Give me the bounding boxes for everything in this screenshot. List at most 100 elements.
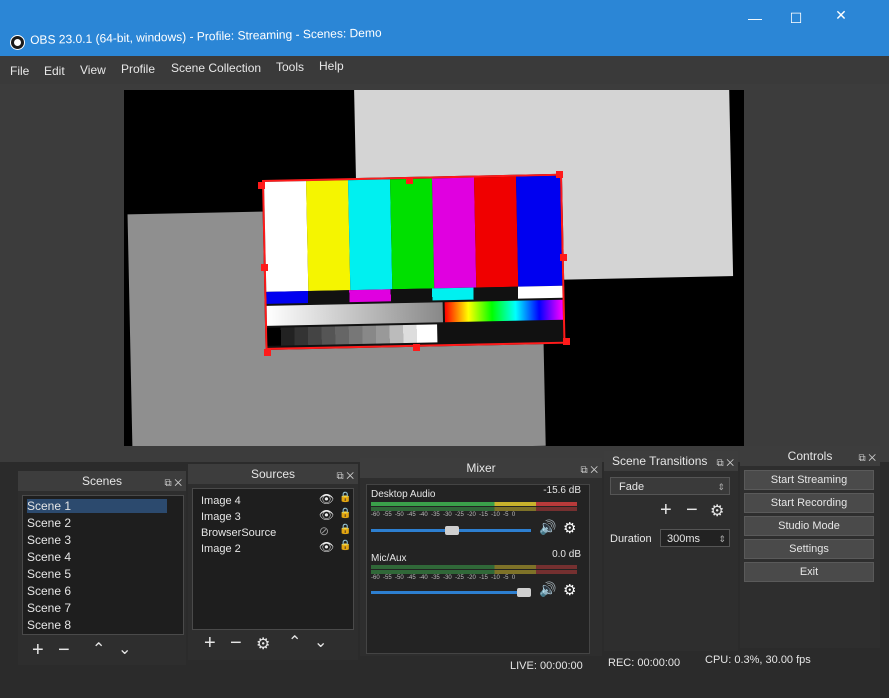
meter-tick: -5 xyxy=(503,512,509,518)
sources-list[interactable]: Image 4 Image 3 BrowserSource Image 2 👁 … xyxy=(192,488,354,630)
spinner-icon[interactable]: ⇕ xyxy=(718,530,726,548)
add-transition-icon[interactable]: + xyxy=(660,499,672,522)
resize-handle-right[interactable] xyxy=(560,254,567,261)
scenes-dock-title: Scenes ⧉ ✕ xyxy=(18,471,186,491)
gear-icon[interactable]: ⚙ xyxy=(256,634,270,654)
menu-profile[interactable]: Profile xyxy=(121,62,155,76)
color-bars-source[interactable] xyxy=(262,173,566,350)
close-button[interactable]: ✕ xyxy=(821,5,861,25)
scene-item[interactable]: Scene 4 xyxy=(27,550,71,564)
menu-edit[interactable]: Edit xyxy=(44,64,65,78)
maximize-button[interactable]: ☐ xyxy=(776,8,816,28)
channel-level: -15.6 dB xyxy=(543,485,581,496)
speaker-icon[interactable]: 🔊 xyxy=(539,519,556,536)
menu-file[interactable]: File xyxy=(10,64,29,78)
color-bar-cyan xyxy=(348,179,393,291)
color-bar-red xyxy=(473,176,519,288)
resize-handle-bottom-right[interactable] xyxy=(563,338,570,345)
mixer-title: Mixer xyxy=(466,461,496,475)
studio-mode-button[interactable]: Studio Mode xyxy=(744,516,874,536)
resize-handle-bottom[interactable] xyxy=(413,344,420,351)
menu-tools[interactable]: Tools xyxy=(276,60,304,74)
gear-icon[interactable]: ⚙ xyxy=(563,581,576,599)
minimize-button[interactable]: — xyxy=(735,8,775,28)
resize-handle-bottom-left[interactable] xyxy=(264,349,271,356)
lock-icon[interactable]: 🔒 xyxy=(339,508,351,519)
scene-item[interactable]: Scene 1 xyxy=(27,499,167,513)
scenes-dock: Scenes ⧉ ✕ Scene 1 Scene 2 Scene 3 Scene … xyxy=(18,471,186,665)
resize-handle-top-left[interactable] xyxy=(258,182,265,189)
lock-icon[interactable]: 🔒 xyxy=(339,540,351,551)
color-bar-yellow xyxy=(306,180,351,292)
scene-item[interactable]: Scene 7 xyxy=(27,601,71,615)
menu-scene-collection[interactable]: Scene Collection xyxy=(171,61,261,75)
volume-slider-handle[interactable] xyxy=(445,526,459,535)
lock-icon[interactable]: 🔒 xyxy=(339,524,351,535)
move-down-icon[interactable]: ⌄ xyxy=(314,632,327,652)
duration-input[interactable]: 300ms ⇕ xyxy=(660,529,730,547)
resize-handle-top-right[interactable] xyxy=(556,171,563,178)
transitions-dock-title: Scene Transitions ⧉ ✕ xyxy=(604,451,738,471)
meter-tick: -40 xyxy=(419,512,428,518)
window-title: OBS 23.0.1 (64-bit, windows) - Profile: … xyxy=(30,25,382,47)
meter-tick: -20 xyxy=(467,575,476,581)
menu-view[interactable]: View xyxy=(80,63,106,77)
add-scene-icon[interactable]: + xyxy=(32,639,44,662)
menu-help[interactable]: Help xyxy=(319,59,344,73)
scene-item[interactable]: Scene 3 xyxy=(27,533,71,547)
resize-handle-left[interactable] xyxy=(261,264,268,271)
move-up-icon[interactable]: ⌃ xyxy=(92,639,105,659)
scenes-list[interactable]: Scene 1 Scene 2 Scene 3 Scene 4 Scene 5 … xyxy=(22,495,184,635)
resize-handle-top[interactable] xyxy=(406,177,413,184)
gear-icon[interactable]: ⚙ xyxy=(710,501,724,521)
scene-item[interactable]: Scene 6 xyxy=(27,584,71,598)
dock-float-close-icon[interactable]: ⧉ ✕ xyxy=(716,454,734,474)
spectrum-ramp xyxy=(444,299,563,323)
remove-source-icon[interactable]: − xyxy=(230,632,242,655)
meter-tick: 0 xyxy=(511,512,516,518)
remove-transition-icon[interactable]: − xyxy=(686,499,698,522)
menu-bar: File Edit View Profile Scene Collection … xyxy=(0,56,889,84)
meter-tick: -30 xyxy=(443,575,452,581)
exit-button[interactable]: Exit xyxy=(744,562,874,582)
move-down-icon[interactable]: ⌄ xyxy=(118,639,131,659)
speaker-icon[interactable]: 🔊 xyxy=(539,581,556,598)
scene-item[interactable]: Scene 2 xyxy=(27,516,71,530)
meter-tick: -15 xyxy=(479,575,488,581)
visibility-eye-icon[interactable]: 👁 xyxy=(319,540,334,554)
channel-name: Mic/Aux xyxy=(371,553,407,564)
meter-scale: -60 -55 -50 -45 -40 -35 -30 -25 -20 -15 … xyxy=(371,512,577,518)
live-status: LIVE: 00:00:00 xyxy=(510,660,583,672)
scene-item[interactable]: Scene 5 xyxy=(27,567,71,581)
meter-tick: -10 xyxy=(491,512,500,518)
scene-item[interactable]: Scene 8 xyxy=(27,618,71,632)
transition-select[interactable]: Fade ⇕ xyxy=(610,477,730,495)
visibility-hidden-icon[interactable]: ⊘ xyxy=(319,524,329,538)
visibility-eye-icon[interactable]: 👁 xyxy=(319,492,334,506)
start-recording-button[interactable]: Start Recording xyxy=(744,493,874,513)
source-item[interactable]: BrowserSource xyxy=(201,527,276,539)
color-bar-white xyxy=(264,181,309,292)
sources-dock-title: Sources ⧉ ✕ xyxy=(188,464,358,484)
dock-float-close-icon[interactable]: ⧉ ✕ xyxy=(336,467,354,487)
dock-float-close-icon[interactable]: ⧉ ✕ xyxy=(580,461,598,481)
move-up-icon[interactable]: ⌃ xyxy=(288,632,301,652)
start-streaming-button[interactable]: Start Streaming xyxy=(744,470,874,490)
source-item[interactable]: Image 3 xyxy=(201,511,241,523)
remove-scene-icon[interactable]: − xyxy=(58,639,70,662)
gear-icon[interactable]: ⚙ xyxy=(563,519,576,537)
settings-button[interactable]: Settings xyxy=(744,539,874,559)
color-bar-magenta xyxy=(432,177,477,289)
controls-dock: Controls ⧉ ✕ Start Streaming Start Record… xyxy=(740,446,880,648)
mixer-dock: Mixer ⧉ ✕ Desktop Audio -15.6 dB -60 -55 … xyxy=(360,458,602,656)
volume-slider-handle[interactable] xyxy=(517,588,531,597)
dock-float-close-icon[interactable]: ⧉ ✕ xyxy=(164,474,182,494)
lock-icon[interactable]: 🔒 xyxy=(339,492,351,503)
volume-slider[interactable] xyxy=(371,591,531,594)
add-source-icon[interactable]: + xyxy=(204,632,216,655)
dock-float-close-icon[interactable]: ⧉ ✕ xyxy=(858,449,876,469)
meter-tick: -25 xyxy=(455,575,464,581)
visibility-eye-icon[interactable]: 👁 xyxy=(319,508,334,522)
source-item[interactable]: Image 2 xyxy=(201,543,241,555)
source-item[interactable]: Image 4 xyxy=(201,495,241,507)
